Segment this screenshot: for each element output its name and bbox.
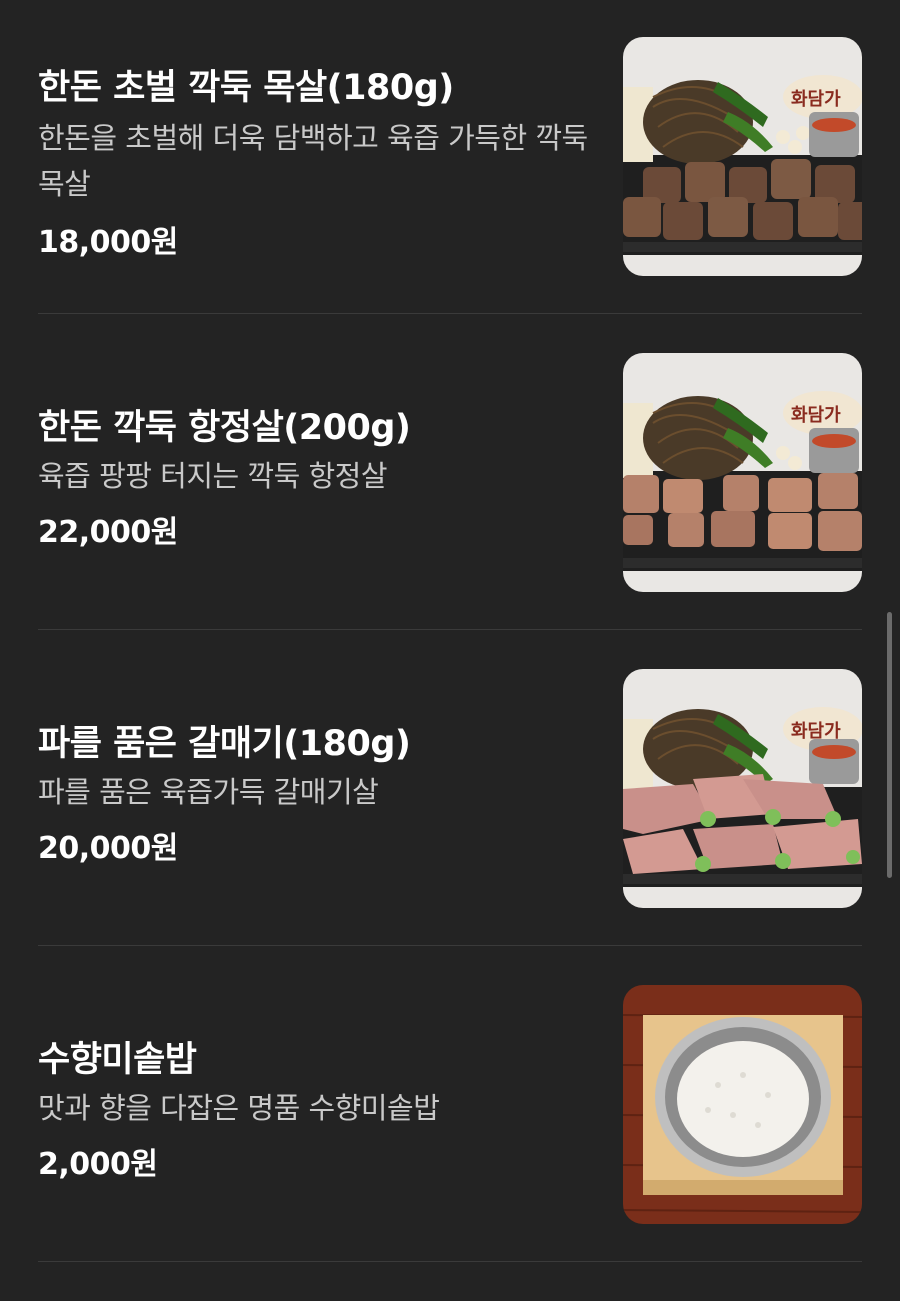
item-photo: 화담가 [623,353,862,592]
menu-item-moksal[interactable]: 한돈 초벌 깍둑 목살(180g) 한돈을 초벌해 더욱 담백하고 육즙 가득한… [38,37,862,353]
scrollbar[interactable] [887,612,892,878]
divider [38,1261,862,1262]
brand-logo: 화담가 [791,89,841,110]
item-title: 한돈 깍둑 항정살(200g) [38,408,411,448]
item-description: 육즙 팡팡 터지는 깍둑 항정살 [38,459,388,493]
item-price: 20,000원 [38,831,178,866]
item-price: 22,000원 [38,515,178,550]
item-photo [623,985,862,1224]
item-description: 파를 품은 육즙가득 갈매기살 [38,775,379,809]
divider [38,629,862,630]
item-description: 한돈을 초벌해 더욱 담백하고 육즙 가득한 깍둑 목살 [38,121,588,201]
item-photo: 화담가 [623,669,862,908]
item-description: 맛과 향을 다잡은 명품 수향미솥밥 [38,1091,440,1125]
item-price: 18,000원 [38,225,178,260]
item-title: 수향미솥밥 [38,1040,197,1080]
divider [38,945,862,946]
menu-item-sotbap[interactable]: 수향미솥밥 맛과 향을 다잡은 명품 수향미솥밥 2,000원 [38,985,862,1301]
item-price: 2,000원 [38,1147,158,1182]
brand-logo: 화담가 [791,405,841,426]
divider [38,313,862,314]
menu-item-hangjeongsal[interactable]: 한돈 깍둑 항정살(200g) 육즙 팡팡 터지는 깍둑 항정살 22,000원… [38,353,862,669]
item-title: 한돈 초벌 깍둑 목살(180g) [38,68,454,108]
item-title: 파를 품은 갈매기(180g) [38,724,411,764]
brand-logo: 화담가 [791,721,841,742]
menu-item-galmaegi[interactable]: 파를 품은 갈매기(180g) 파를 품은 육즙가득 갈매기살 20,000원 … [38,669,862,985]
item-photo: 화담가 [623,37,862,276]
